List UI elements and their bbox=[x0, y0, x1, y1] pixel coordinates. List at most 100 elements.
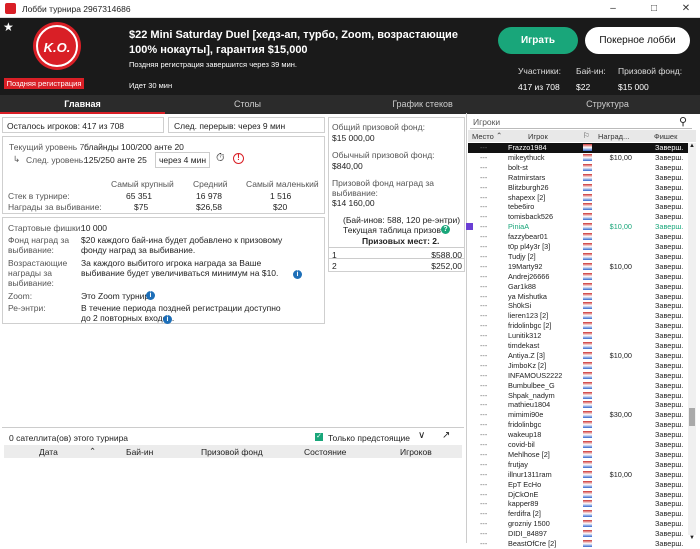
player-row[interactable]: --- tebe6iro Заверш. bbox=[468, 202, 688, 212]
player-row[interactable]: --- JimboKz [2] Заверш. bbox=[468, 361, 688, 371]
minimize-icon[interactable]: – bbox=[599, 1, 627, 17]
reentry-label: Ре-энтри: bbox=[8, 303, 46, 313]
col-chips[interactable]: Фишек bbox=[654, 132, 677, 141]
player-row[interactable]: --- Tudjy [2] Заверш. bbox=[468, 252, 688, 262]
player-row[interactable]: --- bolt-st Заверш. bbox=[468, 163, 688, 173]
player-row[interactable]: --- fridolinbgc [2] Заверш. bbox=[468, 321, 688, 331]
col-status[interactable]: Состояние bbox=[304, 447, 346, 457]
player-row[interactable]: --- Blitzburgh26 Заверш. bbox=[468, 183, 688, 193]
zoom-info-icon[interactable]: i bbox=[146, 291, 155, 300]
player-row[interactable]: --- Andrej26666 Заверш. bbox=[468, 272, 688, 282]
player-search-input[interactable]: Игроки ⚲ bbox=[470, 116, 692, 129]
player-row[interactable]: --- fazzybear01 Заверш. bbox=[468, 232, 688, 242]
player-row[interactable]: --- Bumbulbee_G Заверш. bbox=[468, 381, 688, 391]
tab-stack-chart[interactable]: График стеков bbox=[330, 95, 515, 114]
player-row[interactable]: --- Mehlhose [2] Заверш. bbox=[468, 450, 688, 460]
player-status: Заверш. bbox=[655, 232, 684, 242]
collapse-icon[interactable]: ∨ bbox=[418, 430, 425, 441]
tab-main[interactable]: Главная bbox=[0, 95, 165, 114]
player-row[interactable]: --- Antiya.Z [3] $10,00 Заверш. bbox=[468, 351, 688, 361]
favorite-star-icon[interactable]: ★ bbox=[3, 20, 14, 34]
close-icon[interactable]: ✕ bbox=[672, 1, 700, 17]
player-status: Заверш. bbox=[655, 261, 684, 271]
col-place[interactable]: Место bbox=[472, 132, 494, 141]
player-place: --- bbox=[480, 449, 488, 459]
player-row[interactable]: --- wakeup18 Заверш. bbox=[468, 430, 688, 440]
col-player[interactable]: Игрок bbox=[528, 132, 548, 141]
player-row[interactable]: --- kapper89 Заверш. bbox=[468, 499, 688, 509]
player-name: Lunitik312 bbox=[508, 331, 542, 341]
upcoming-checkbox[interactable]: ✓ bbox=[315, 433, 323, 441]
player-row[interactable]: --- DjCkOnE Заверш. bbox=[468, 490, 688, 500]
player-row[interactable]: --- Shpak_nadym Заверш. bbox=[468, 391, 688, 401]
col-buyin[interactable]: Бай-ин bbox=[126, 447, 153, 457]
player-row[interactable]: --- Frazzo1984 Заверш. bbox=[468, 143, 688, 153]
reentry-info-icon[interactable]: i bbox=[163, 315, 172, 324]
player-name: fridolinbgc [2] bbox=[508, 321, 552, 331]
bounty-prize-label: Призовой фонд наград за выбивание: bbox=[332, 178, 435, 198]
prize-table-info-icon[interactable]: ? bbox=[441, 225, 450, 234]
player-row[interactable]: --- ya Mishutka Заверш. bbox=[468, 292, 688, 302]
player-status: Заверш. bbox=[655, 509, 684, 519]
flag-icon bbox=[583, 144, 592, 151]
player-row[interactable]: --- mathieu1804 Заверш. bbox=[468, 400, 688, 410]
col-date[interactable]: Дата bbox=[39, 447, 58, 457]
player-row[interactable]: --- ferdifra [2] Заверш. bbox=[468, 509, 688, 519]
player-row[interactable]: --- DIDI_84897 Заверш. bbox=[468, 529, 688, 539]
player-status: Заверш. bbox=[655, 370, 684, 380]
poker-lobby-button[interactable]: Покерное лобби bbox=[585, 27, 690, 54]
tab-tables[interactable]: Столы bbox=[165, 95, 330, 114]
player-status: Заверш. bbox=[655, 489, 684, 499]
player-row[interactable]: --- Ratmirstars Заверш. bbox=[468, 173, 688, 183]
increasing-info-icon[interactable]: i bbox=[293, 270, 302, 279]
player-row[interactable]: --- PiniaA $10,00 Заверш. bbox=[466, 222, 688, 232]
flag-icon bbox=[583, 441, 592, 448]
player-bounty: $10,00 bbox=[609, 469, 632, 479]
player-name: fridolinbgc bbox=[508, 420, 542, 430]
prize-place: 2 bbox=[332, 261, 337, 271]
player-row[interactable]: --- Sh0kSi Заверш. bbox=[468, 301, 688, 311]
player-row[interactable]: --- lieren123 [2] Заверш. bbox=[468, 311, 688, 321]
player-row[interactable]: --- mimimi90e $30,00 Заверш. bbox=[468, 410, 688, 420]
player-row[interactable]: --- INFAMOUS2222 Заверш. bbox=[468, 371, 688, 381]
col-players[interactable]: Игроков bbox=[400, 447, 432, 457]
player-row[interactable]: --- grozniy 1500 Заверш. bbox=[468, 519, 688, 529]
scroll-up-icon[interactable]: ▲ bbox=[689, 143, 695, 149]
player-row[interactable]: --- shapexx [2] Заверш. bbox=[468, 193, 688, 203]
flag-icon bbox=[583, 203, 592, 211]
player-row[interactable]: --- timdekast Заверш. bbox=[468, 341, 688, 351]
player-row[interactable]: --- frutjay Заверш. bbox=[468, 460, 688, 470]
flag-icon bbox=[583, 480, 592, 488]
next-break-box: След. перерыв: через 9 мин bbox=[168, 117, 325, 133]
players-scrollbar[interactable] bbox=[688, 143, 696, 535]
player-place: --- bbox=[480, 251, 488, 261]
search-icon[interactable]: ⚲ bbox=[679, 115, 687, 128]
player-row[interactable]: --- EpT EcHo Заверш. bbox=[468, 480, 688, 490]
player-row[interactable]: --- tomisback526 Заверш. bbox=[468, 212, 688, 222]
player-status: Заверш. bbox=[655, 479, 684, 489]
late-registration-badge: Поздняя регистрация bbox=[4, 78, 84, 89]
player-status: Заверш. bbox=[655, 172, 684, 182]
player-row[interactable]: --- Gar1k88 Заверш. bbox=[468, 282, 688, 292]
col-prize[interactable]: Призовой фонд bbox=[201, 447, 263, 457]
player-row[interactable]: --- illnur1311ram $10,00 Заверш. bbox=[468, 470, 688, 480]
scrollbar-thumb[interactable] bbox=[689, 408, 695, 426]
warning-icon[interactable]: ! bbox=[233, 153, 244, 164]
flag-icon bbox=[583, 302, 592, 310]
tab-structure[interactable]: Структура bbox=[515, 95, 700, 114]
player-name: grozniy 1500 bbox=[508, 519, 550, 529]
player-row[interactable]: --- mikeythuck $10,00 Заверш. bbox=[468, 153, 688, 163]
player-row[interactable]: --- Lunitik312 Заверш. bbox=[468, 331, 688, 341]
popout-icon[interactable]: ↗ bbox=[442, 430, 450, 441]
player-row[interactable]: --- 19Marty92 $10,00 Заверш. bbox=[468, 262, 688, 272]
player-row[interactable]: --- BeastOfCre [2] Заверш. bbox=[468, 539, 688, 549]
col-bounty[interactable]: Наград... bbox=[598, 132, 629, 141]
maximize-icon[interactable]: □ bbox=[640, 1, 668, 17]
player-status: Заверш. bbox=[655, 430, 684, 440]
player-row[interactable]: --- covid-bil Заверш. bbox=[468, 440, 688, 450]
play-button[interactable]: Играть bbox=[498, 27, 578, 54]
player-row[interactable]: --- fridolinbgc Заверш. bbox=[468, 420, 688, 430]
scroll-down-icon[interactable]: ▼ bbox=[689, 535, 695, 541]
player-row[interactable]: --- t0p pl4y3r [3] Заверш. bbox=[468, 242, 688, 252]
flag-icon bbox=[583, 470, 592, 478]
